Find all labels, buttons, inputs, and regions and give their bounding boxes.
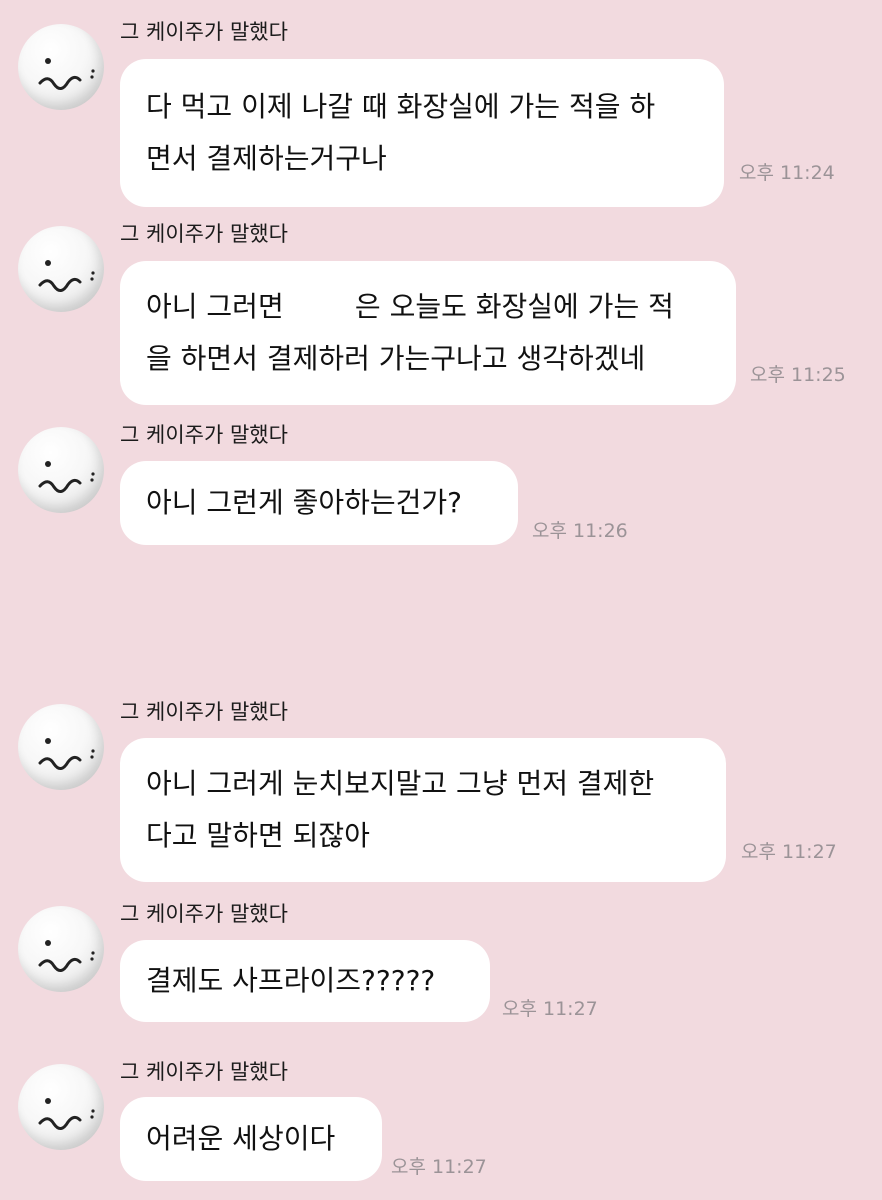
- round-face-avatar-icon: [38, 738, 95, 770]
- sender-name: 그 케이주가 말했다: [120, 20, 288, 44]
- avatar[interactable]: [18, 24, 104, 110]
- message-bubble[interactable]: 아니 그런게 좋아하는건가?: [120, 461, 518, 545]
- message-timestamp: 오후 11:27: [502, 998, 598, 1020]
- sender-name: 그 케이주가 말했다: [120, 222, 288, 246]
- avatar[interactable]: [18, 704, 104, 790]
- message-timestamp: 오후 11:27: [741, 841, 837, 863]
- round-face-avatar-icon: [38, 461, 95, 493]
- round-face-avatar-icon: [38, 1098, 95, 1130]
- round-face-avatar-icon: [38, 58, 95, 90]
- round-face-avatar-icon: [38, 940, 95, 972]
- avatar[interactable]: [18, 906, 104, 992]
- message-timestamp: 오후 11:26: [532, 520, 628, 542]
- round-face-avatar-icon: [38, 260, 95, 292]
- message-bubble[interactable]: 어려운 세상이다: [120, 1097, 382, 1181]
- chat-log: 그 케이주가 말했다 다 먹고 이제 나갈 때 화장실에 가는 적을 하 면서 …: [0, 0, 882, 1200]
- message-timestamp: 오후 11:24: [739, 162, 835, 184]
- message-bubble[interactable]: 아니 그러게 눈치보지말고 그냥 먼저 결제한 다고 말하면 되잖아: [120, 738, 726, 882]
- sender-name: 그 케이주가 말했다: [120, 423, 288, 447]
- avatar[interactable]: [18, 1064, 104, 1150]
- sender-name: 그 케이주가 말했다: [120, 902, 288, 926]
- message-timestamp: 오후 11:25: [750, 364, 846, 386]
- sender-name: 그 케이주가 말했다: [120, 1060, 288, 1084]
- message-bubble[interactable]: 다 먹고 이제 나갈 때 화장실에 가는 적을 하 면서 결제하는거구나: [120, 59, 724, 207]
- message-bubble[interactable]: 결제도 사프라이즈?????: [120, 940, 490, 1022]
- message-bubble[interactable]: 아니 그러면 은 오늘도 화장실에 가는 적 을 하면서 결제하러 가는구나고 …: [120, 261, 736, 405]
- message-timestamp: 오후 11:27: [391, 1156, 487, 1178]
- avatar[interactable]: [18, 427, 104, 513]
- sender-name: 그 케이주가 말했다: [120, 700, 288, 724]
- avatar[interactable]: [18, 226, 104, 312]
